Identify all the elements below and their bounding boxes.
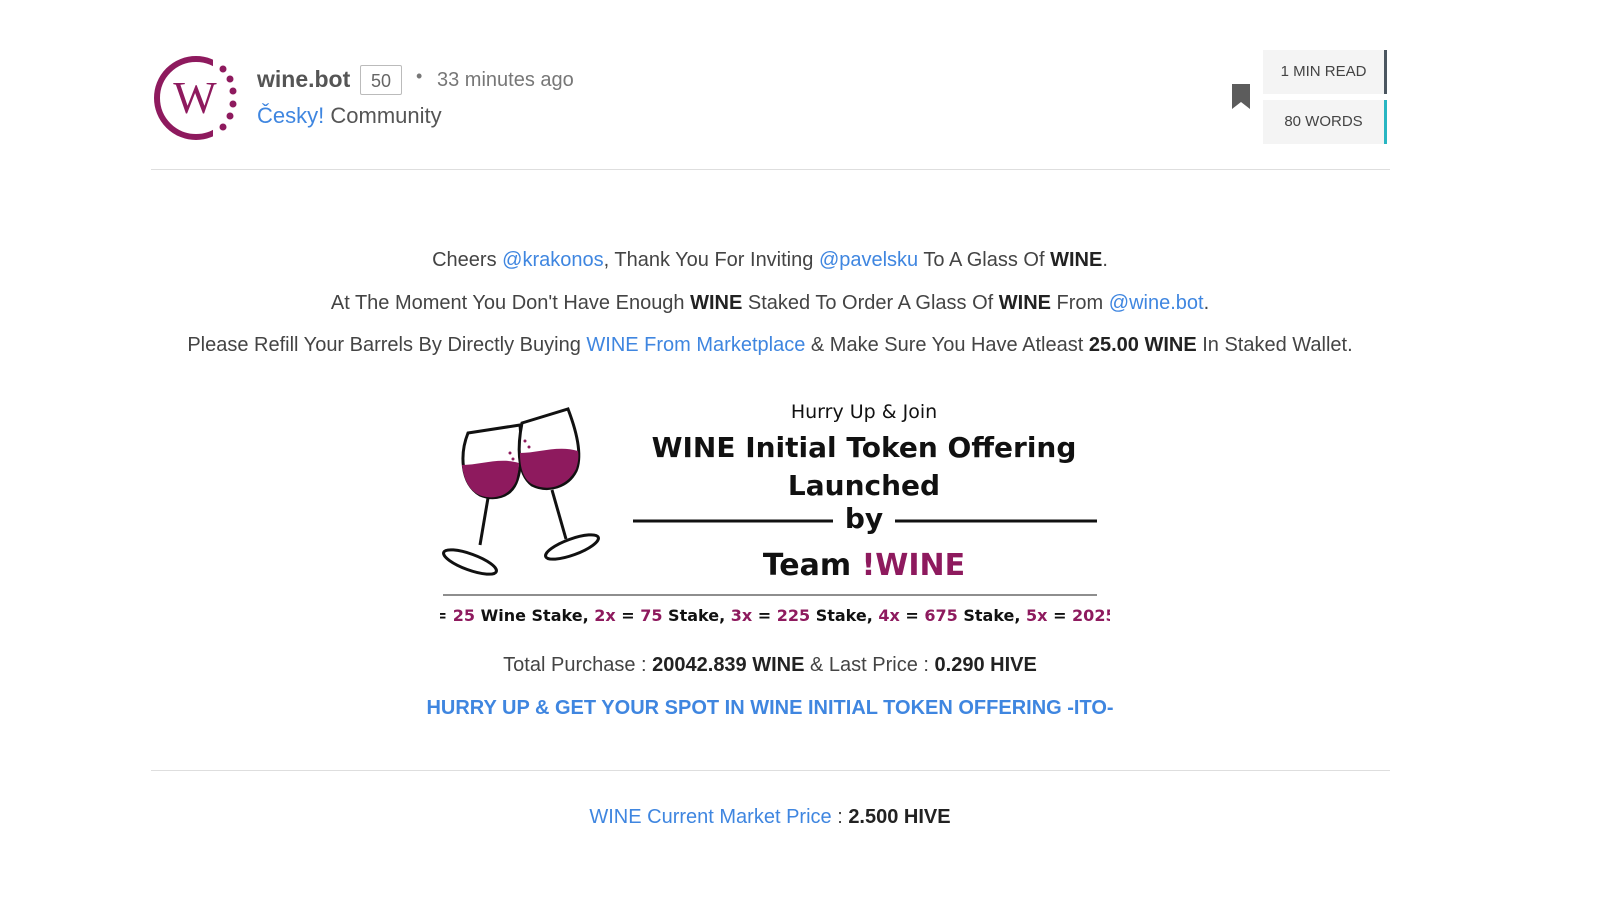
- market-price-link[interactable]: WINE Current Market Price: [589, 806, 831, 828]
- banner-title-1: WINE Initial Token Offering: [652, 431, 1077, 464]
- text: In Staked Wallet.: [1196, 334, 1353, 356]
- text: Please Refill Your Barrels By Directly B…: [187, 334, 587, 356]
- banner-team: Team !WINE: [763, 548, 965, 583]
- community-line: Česky! Community: [257, 103, 442, 129]
- separator-dot: •: [416, 66, 423, 86]
- stake-label-3: =: [900, 606, 925, 625]
- stake-amount-1: 75: [640, 606, 662, 625]
- mention-pavelsku[interactable]: @pavelsku: [819, 249, 918, 271]
- wine-glass-left-icon: [442, 423, 523, 576]
- community-suffix: Community: [330, 103, 442, 128]
- bold-text: WINE: [1050, 249, 1103, 271]
- stake-suffix-3: Stake,: [958, 606, 1026, 625]
- market-price-line: WINE Current Market Price : 2.500 HIVE: [0, 806, 1540, 829]
- message-line-1: Cheers @krakonos, Thank You For Inviting…: [0, 249, 1540, 272]
- wine-glass-right-icon: [517, 407, 600, 561]
- text: From: [1050, 292, 1109, 314]
- reputation-badge: 50: [360, 65, 402, 95]
- bookmark-icon[interactable]: [1231, 83, 1251, 110]
- text: At The Moment You Don't Have Enough: [330, 292, 691, 314]
- stake-amount-3: 675: [924, 606, 957, 625]
- marketplace-link[interactable]: WINE From Marketplace: [586, 334, 805, 356]
- footer-divider: [151, 770, 1390, 771]
- author-name[interactable]: wine.bot: [257, 66, 350, 93]
- text: , Thank You For Inviting: [603, 249, 819, 271]
- stake-amount-0: 25: [453, 606, 475, 625]
- stake-label-1: =: [616, 606, 641, 625]
- read-time-badge: 1 MIN READ: [1263, 50, 1387, 94]
- ito-cta-link[interactable]: HURRY UP & GET YOUR SPOT IN WINE INITIAL…: [0, 697, 1540, 720]
- message-line-3: Please Refill Your Barrels By Directly B…: [0, 334, 1540, 357]
- stake-call-4: 5x: [1026, 606, 1048, 625]
- wine-logo-avatar[interactable]: W: [153, 55, 239, 141]
- stake-call-3: 4x: [878, 606, 900, 625]
- stake-call-2: 3x: [731, 606, 753, 625]
- banner-by: by: [845, 502, 883, 535]
- text: Cheers: [432, 249, 503, 271]
- stake-suffix-1: Stake,: [662, 606, 730, 625]
- text: .: [1102, 249, 1108, 271]
- stake-call-1: 2x: [594, 606, 616, 625]
- svg-text:W: W: [173, 72, 217, 123]
- banner-kicker: Hurry Up & Join: [791, 401, 937, 423]
- banner-title-2: Launched: [788, 469, 940, 502]
- text: Staked To Order A Glass Of: [742, 292, 999, 314]
- purchase-summary: Total Purchase : 20042.839 WINE & Last P…: [0, 654, 1540, 677]
- stake-label-0: Call =: [440, 606, 453, 625]
- stake-suffix-2: Stake,: [810, 606, 878, 625]
- stake-amount-4: 2025: [1072, 606, 1110, 625]
- mention-wine-bot[interactable]: @wine.bot: [1109, 292, 1204, 314]
- market-price-value: 2.500 HIVE: [848, 806, 951, 828]
- stake-schedule: 1st Call = 25 Wine Stake, 2x = 75 Stake,…: [440, 606, 1110, 625]
- last-price-value: 0.290 HIVE: [934, 654, 1037, 676]
- text: :: [831, 806, 849, 828]
- team-name: !WINE: [862, 548, 966, 583]
- text: & Make Sure You Have Atleast: [805, 334, 1089, 356]
- text: Total Purchase :: [503, 654, 653, 676]
- text: .: [1203, 292, 1210, 314]
- text: & Last Price :: [804, 654, 935, 676]
- header-divider: [151, 169, 1390, 170]
- post-time[interactable]: 33 minutes ago: [437, 69, 574, 92]
- bold-text: WINE: [998, 292, 1051, 314]
- stake-suffix-0: Wine Stake,: [475, 606, 594, 625]
- stake-amount-2: 225: [777, 606, 810, 625]
- stake-label-4: =: [1048, 606, 1073, 625]
- bold-text: WINE: [690, 292, 743, 314]
- team-prefix: Team: [763, 548, 862, 583]
- ito-banner-image: Hurry Up & Join WINE Initial Token Offer…: [440, 401, 1110, 625]
- bold-text: 25.00 WINE: [1088, 334, 1197, 356]
- message-line-2: At The Moment You Don't Have Enough WINE…: [0, 292, 1540, 315]
- word-count-badge: 80 WORDS: [1263, 100, 1387, 144]
- mention-krakonos[interactable]: @krakonos: [502, 249, 603, 271]
- total-purchase-value: 20042.839 WINE: [652, 654, 805, 676]
- community-link[interactable]: Česky!: [257, 103, 324, 128]
- text: To A Glass Of: [918, 249, 1051, 271]
- stake-label-2: =: [752, 606, 777, 625]
